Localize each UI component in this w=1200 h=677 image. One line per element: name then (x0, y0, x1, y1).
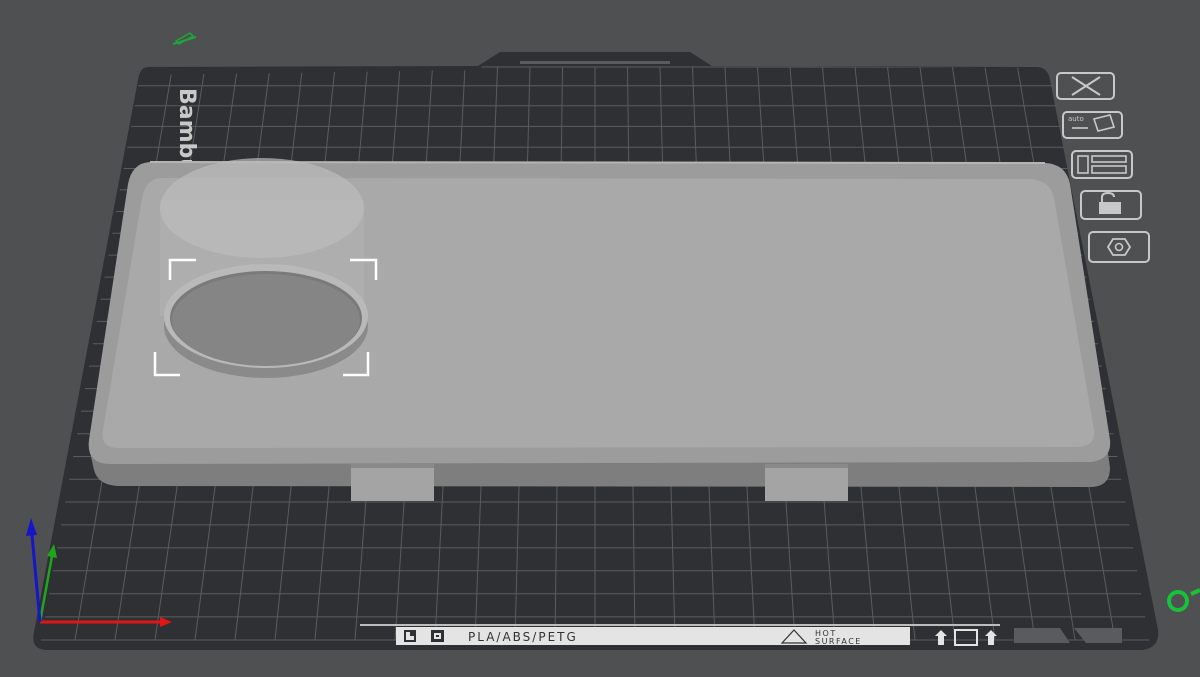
auto-orient-label: auto (1068, 115, 1084, 123)
lock-icon[interactable] (1080, 190, 1142, 220)
filament-compatibility-label: PLA/ABS/PETG (468, 630, 578, 644)
3d-model-cylinder[interactable] (160, 158, 368, 378)
hot-surface-line2: SURFACE (815, 637, 862, 646)
auto-orient-icon[interactable]: auto (1062, 111, 1123, 139)
arrange-icon[interactable] (1071, 150, 1133, 179)
3d-viewport[interactable]: Bambu T auto PLA/ABS/PETG HOT SURFACE (0, 0, 1200, 677)
plate-handle (520, 61, 670, 64)
plate-settings-icon[interactable] (1088, 231, 1150, 263)
rotate-gizmo-icon[interactable] (1167, 588, 1200, 612)
edit-plate-name-icon[interactable] (172, 32, 197, 45)
close-plate-icon[interactable] (1056, 72, 1115, 100)
